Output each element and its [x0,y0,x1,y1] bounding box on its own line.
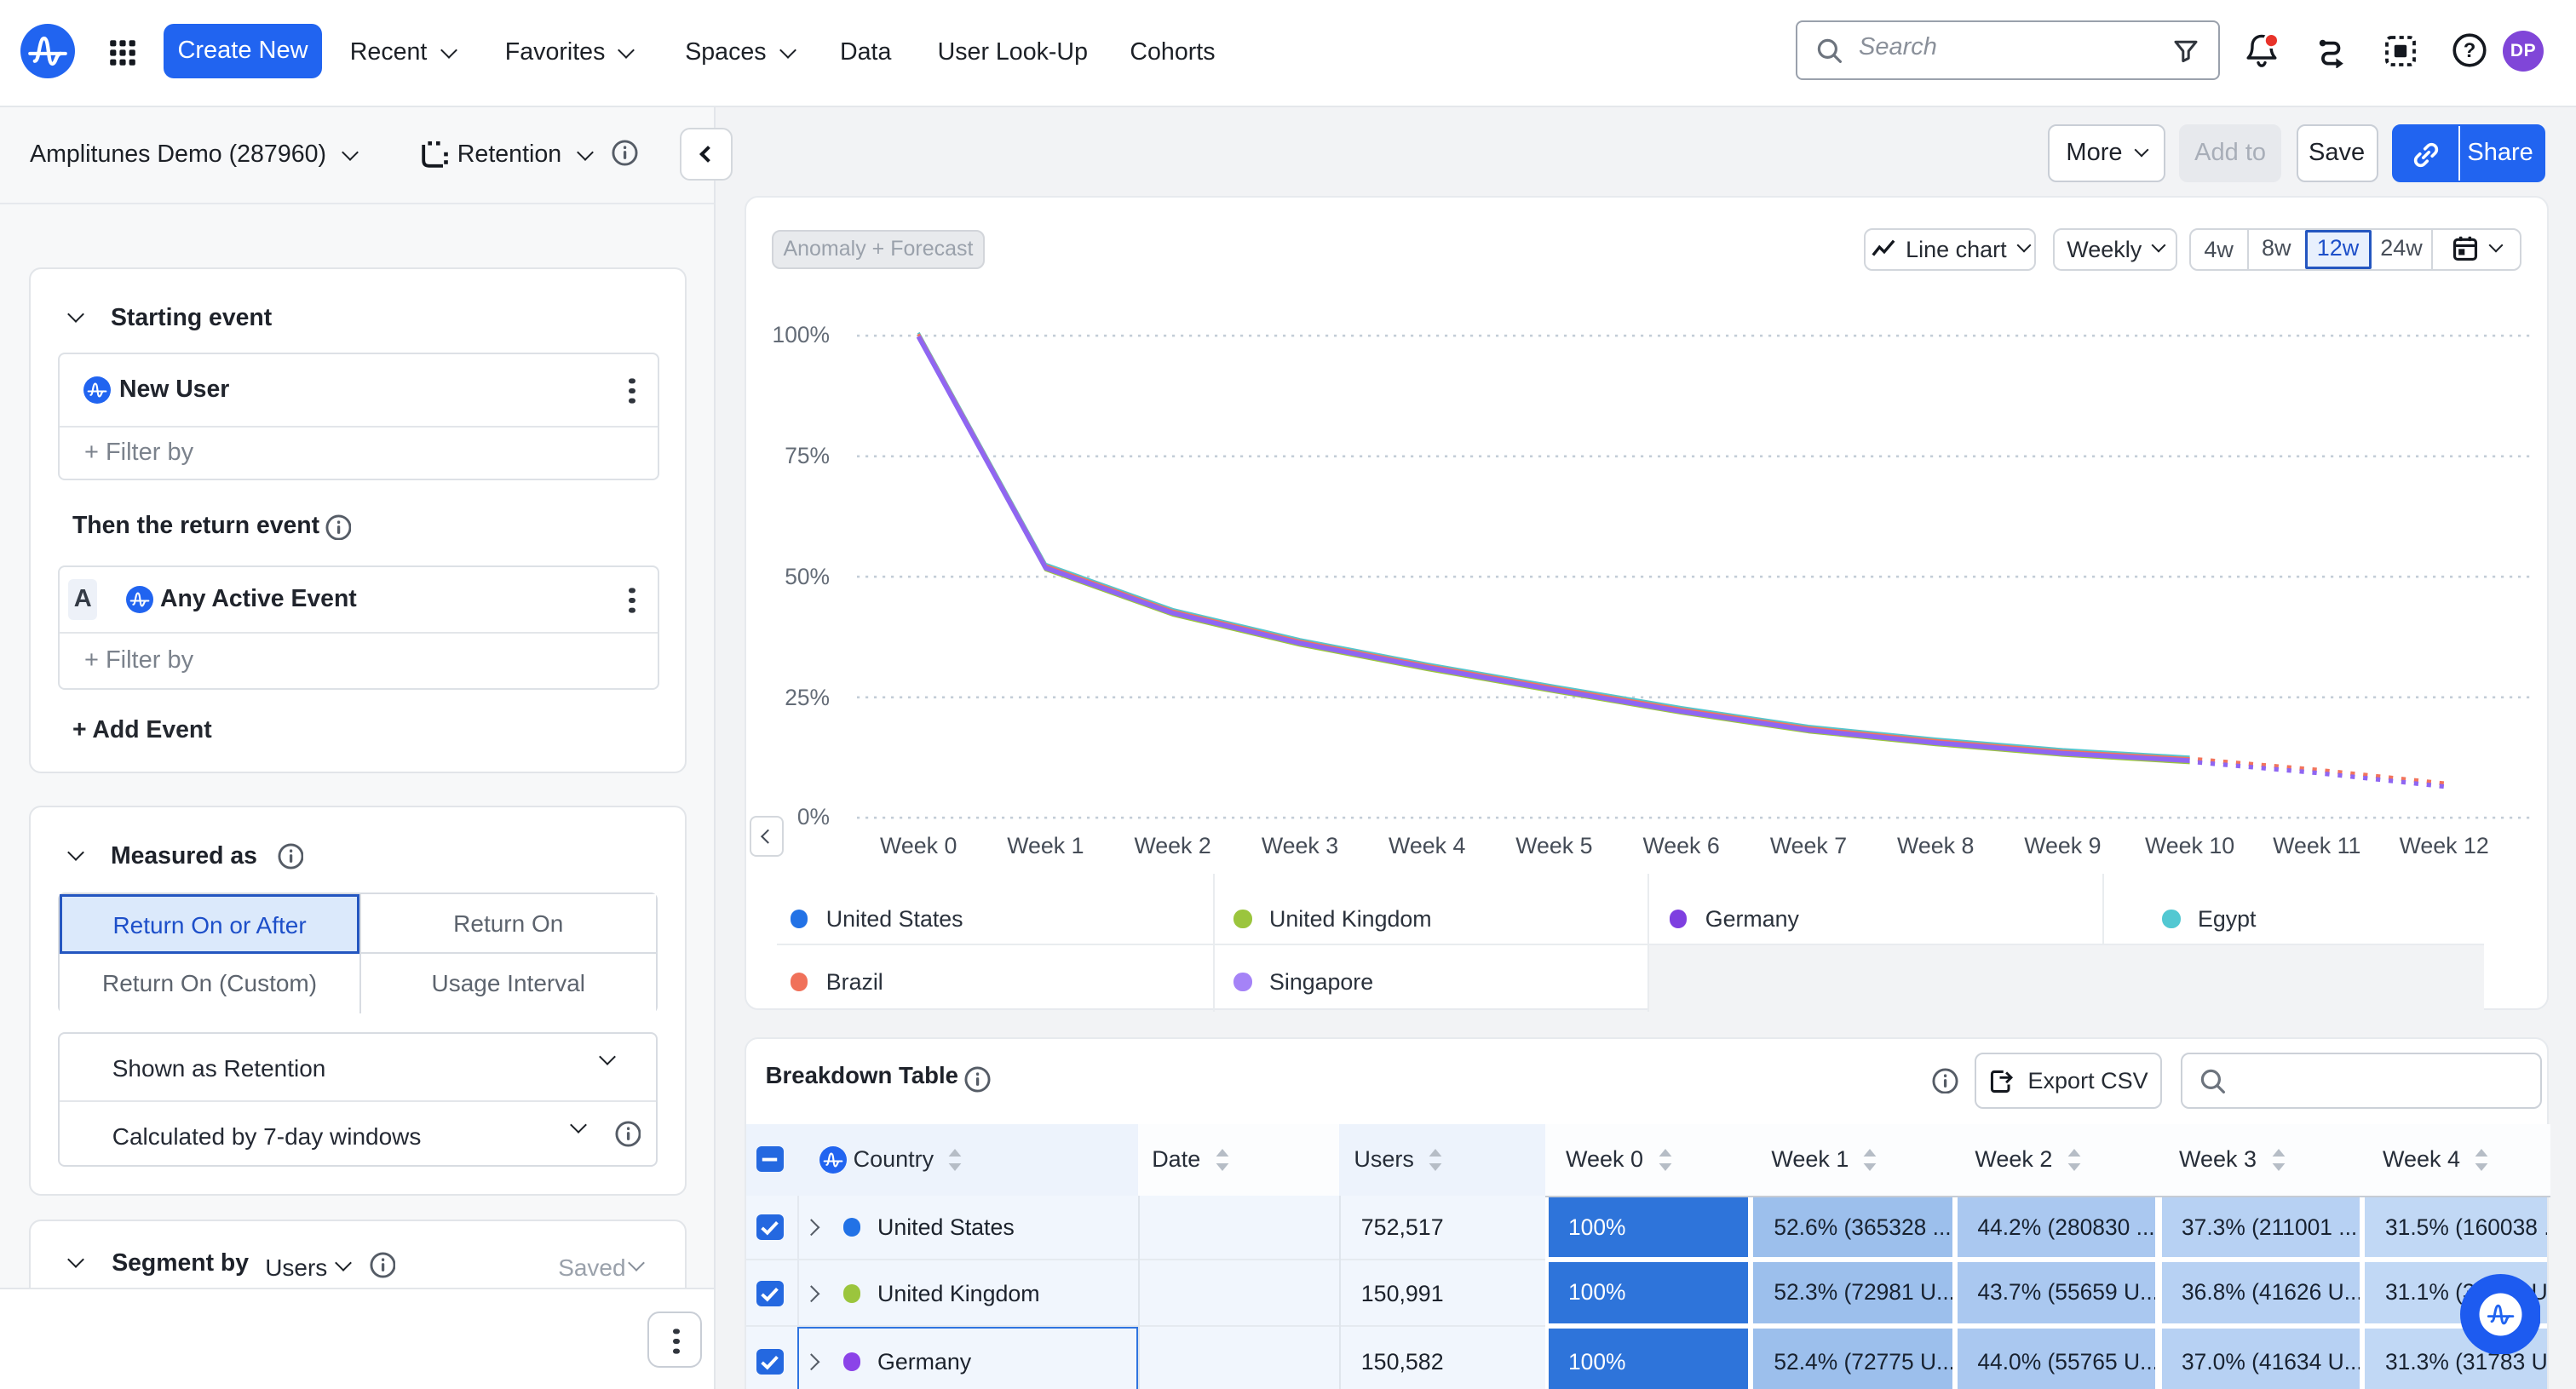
svg-text:?: ? [2464,39,2476,62]
